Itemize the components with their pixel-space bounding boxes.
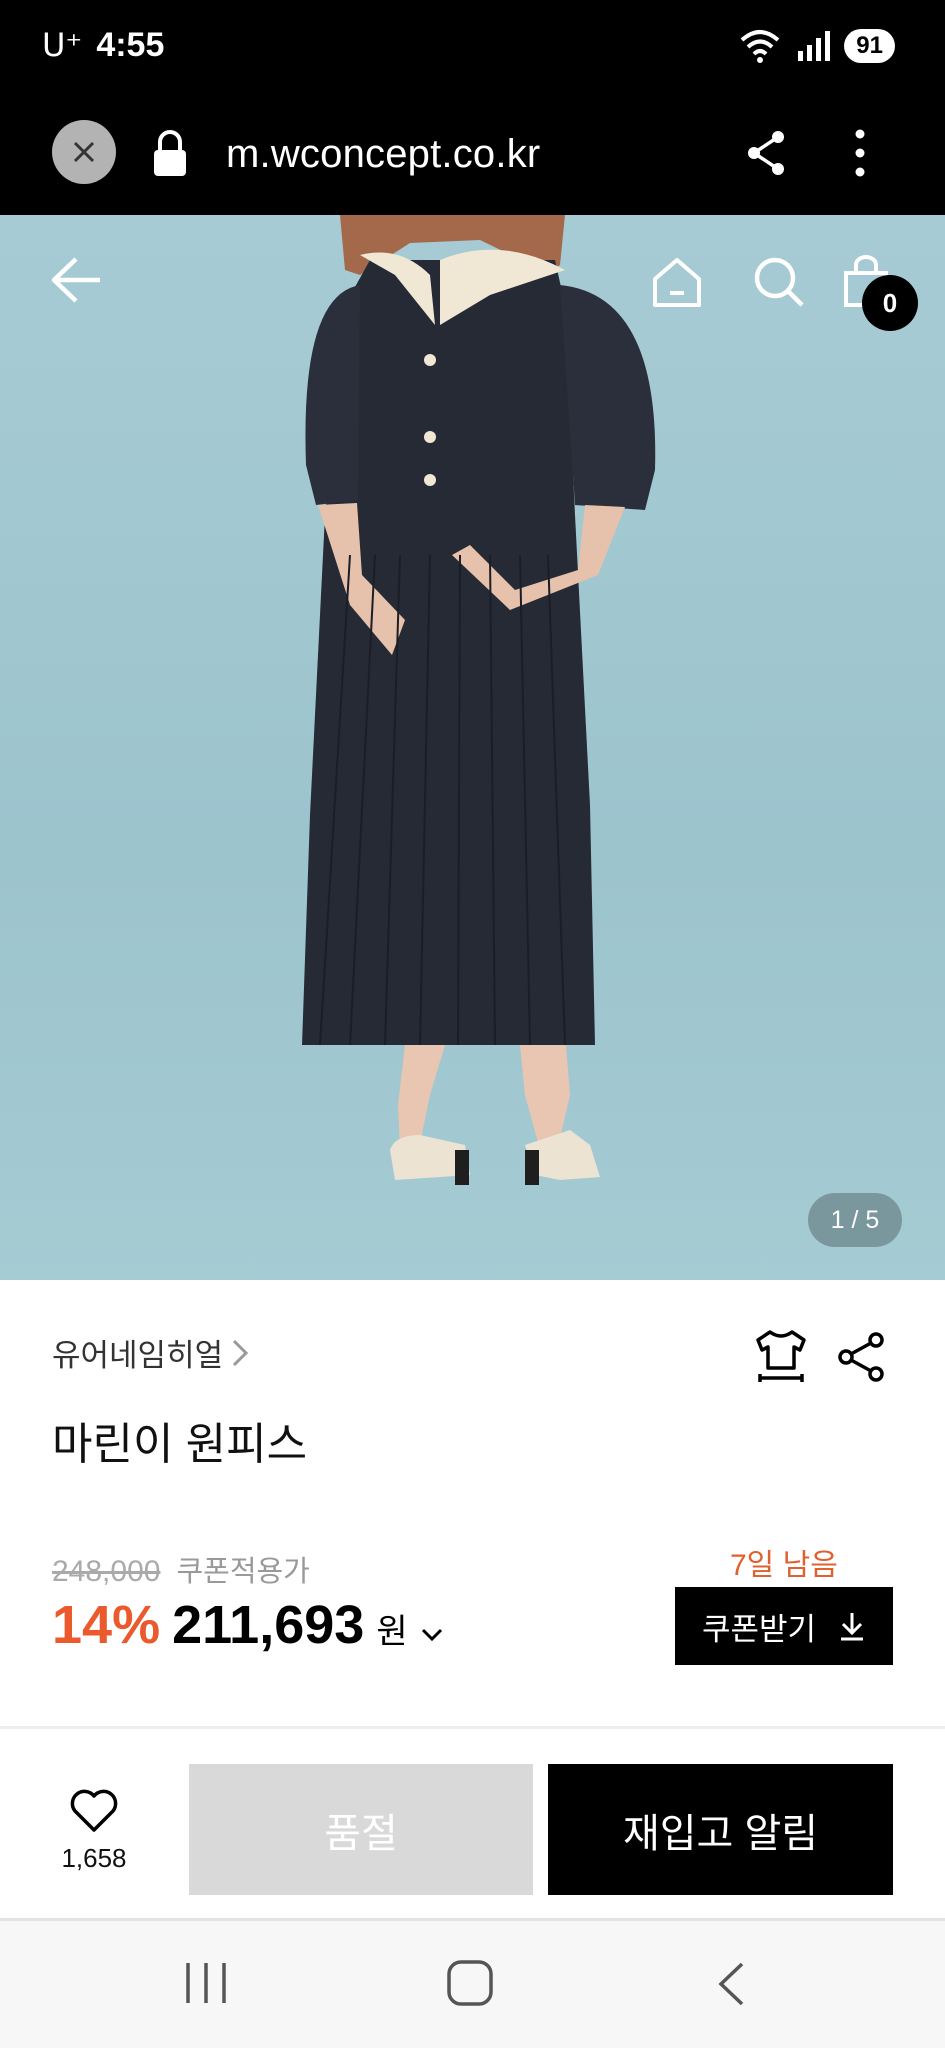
- status-left: U⁺ 4:55: [42, 26, 164, 65]
- like-button[interactable]: 1,658: [52, 1788, 136, 1874]
- carrier-label: U⁺: [42, 26, 83, 64]
- battery-indicator: 91: [844, 29, 895, 63]
- image-counter: 1 / 5: [808, 1193, 902, 1247]
- like-count: 1,658: [61, 1843, 127, 1873]
- product-image-carousel[interactable]: 0 1 / 5: [0, 215, 945, 1280]
- system-nav-bar: [0, 1921, 945, 2048]
- section-divider: [0, 1726, 945, 1729]
- wifi-icon: [740, 30, 780, 63]
- close-tab-button[interactable]: [52, 120, 116, 184]
- browser-bar: m.wconcept.co.kr: [0, 100, 945, 215]
- soldout-button[interactable]: 품절: [189, 1764, 533, 1895]
- recent-apps-icon[interactable]: [184, 1961, 228, 2005]
- sale-price: 211,693: [172, 1595, 365, 1655]
- heart-icon: [70, 1789, 118, 1832]
- original-price-row: 248,000 쿠폰적용가: [52, 1548, 310, 1590]
- download-icon: [841, 1613, 864, 1641]
- back-nav-icon[interactable]: [716, 1961, 746, 2007]
- back-arrow-icon[interactable]: [50, 255, 104, 305]
- url-field[interactable]: m.wconcept.co.kr: [226, 132, 540, 177]
- status-right: 91: [738, 28, 895, 64]
- product-photo: [302, 215, 656, 1185]
- status-bar: U⁺ 4:55 91: [0, 0, 945, 100]
- coupon-button-label: 쿠폰받기: [701, 1611, 817, 1647]
- chevron-down-icon[interactable]: [420, 1627, 444, 1643]
- currency-label: 원: [376, 1613, 408, 1651]
- price-row[interactable]: 14% 211,693 원: [52, 1594, 444, 1656]
- clock: 4:55: [96, 26, 165, 64]
- chevron-right-icon: [233, 1339, 249, 1366]
- coupon-days-left: 7일 남음: [730, 1549, 838, 1582]
- home-icon[interactable]: [650, 255, 704, 309]
- signal-icon: [798, 31, 831, 61]
- close-icon: [73, 141, 95, 163]
- brand-name: 유어네임히얼: [52, 1338, 224, 1373]
- discount-rate: 14%: [52, 1595, 161, 1655]
- restock-alert-button[interactable]: 재입고 알림: [548, 1764, 893, 1895]
- lock-icon[interactable]: [150, 128, 190, 178]
- cart-count-badge: 0: [862, 275, 918, 331]
- share-icon[interactable]: [744, 128, 788, 178]
- home-nav-icon[interactable]: [446, 1959, 494, 2007]
- brand-link[interactable]: 유어네임히얼: [52, 1330, 249, 1375]
- more-menu-icon[interactable]: [848, 128, 872, 178]
- coupon-price-label: 쿠폰적용가: [176, 1556, 310, 1588]
- size-guide-icon[interactable]: [754, 1328, 808, 1386]
- share-icon[interactable]: [836, 1332, 886, 1382]
- product-name: 마린이 원피스: [52, 1420, 308, 1469]
- get-coupon-button[interactable]: 쿠폰받기: [675, 1587, 893, 1665]
- original-price: 248,000: [52, 1555, 161, 1588]
- search-icon[interactable]: [752, 255, 806, 309]
